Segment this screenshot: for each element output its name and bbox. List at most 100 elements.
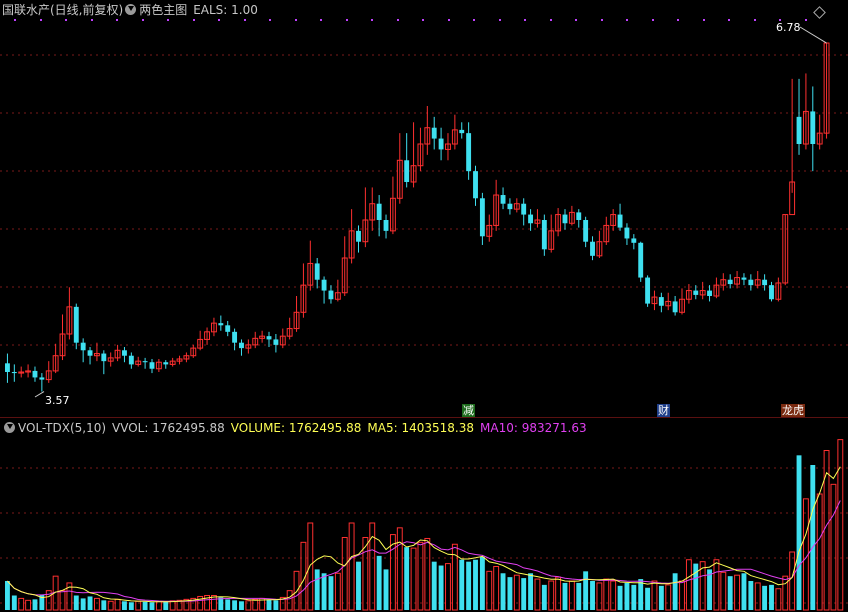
marker-dot [754, 19, 756, 21]
volume-bar [87, 596, 93, 610]
volume-bar [479, 556, 485, 610]
volume-bar [328, 576, 334, 610]
candle-body [693, 290, 699, 295]
marker-dot [728, 19, 730, 21]
marker-dot [397, 19, 399, 21]
volume-bar [741, 573, 747, 610]
volume-bar [445, 563, 451, 611]
volume-bar [541, 584, 547, 610]
marker-dot [91, 19, 93, 21]
reduction-tag[interactable]: 减 [462, 404, 475, 417]
candle-body [321, 279, 327, 291]
candle-body [328, 290, 334, 300]
candle-body [431, 127, 437, 139]
candle-body [762, 279, 768, 286]
candle-body [541, 220, 547, 250]
volume-bar [685, 559, 692, 611]
candle-body [473, 171, 478, 199]
volume-bar [376, 555, 382, 610]
candle-body [810, 111, 816, 144]
ma5-line [7, 466, 841, 603]
volume-bar [431, 561, 437, 610]
candle-body [624, 227, 630, 239]
candle-body [658, 297, 664, 306]
candle-body [562, 214, 568, 224]
volume-bar [5, 581, 10, 610]
candle-body [273, 339, 279, 345]
candle-body [356, 230, 361, 242]
volume-bar [528, 573, 534, 610]
candle-body [748, 279, 754, 286]
price-chart-panel[interactable]: 国联水产(日线,前复权) 两色主图 EALS: 1.00 6.78 3.57 减 财… [0, 0, 848, 417]
volume-bar [830, 483, 837, 611]
indicator-dropdown-icon[interactable] [125, 4, 137, 15]
volume-panel[interactable]: VOL-TDX(5,10) VVOL: 1762495.88 VOLUME: 176… [0, 418, 848, 612]
volume-bar [617, 585, 623, 610]
volume-bar [169, 600, 176, 611]
candle-body [466, 133, 472, 172]
volume-bar [404, 547, 410, 610]
volume-bar [568, 580, 575, 611]
candle-body [225, 325, 231, 332]
candle-body [376, 203, 382, 220]
candle-body [796, 116, 802, 144]
candle-body [617, 214, 623, 228]
volume-bar [341, 537, 348, 611]
marker-dot [320, 19, 322, 21]
volume-bar [101, 600, 107, 610]
candle-body [32, 370, 38, 378]
candle-body [500, 195, 506, 204]
candle-body [438, 138, 444, 150]
high-price-label: 6.78 [776, 21, 801, 34]
volume-bar [583, 571, 589, 610]
volume-bar [486, 570, 493, 611]
volume-bar [748, 581, 754, 610]
volume-bar [383, 569, 389, 610]
marker-dot [626, 19, 628, 21]
volume-bar [500, 573, 506, 610]
marker-dot [269, 19, 271, 21]
candle-body [727, 279, 733, 285]
volume-bar [816, 493, 823, 611]
volume-bar [638, 579, 644, 610]
volume-bar [286, 590, 293, 611]
candle-body [232, 331, 238, 343]
marker-dot [524, 19, 526, 21]
volume-dropdown-icon[interactable] [4, 422, 15, 433]
volume-bar [396, 527, 403, 611]
marker-dot [193, 19, 195, 21]
marker-dot [473, 19, 475, 21]
volume-indicator-title[interactable]: VOL-TDX(5,10) [18, 421, 106, 435]
volume-bar [513, 574, 520, 611]
volume-bar [555, 576, 562, 611]
volume-bar [18, 597, 25, 611]
volume-bar [762, 585, 768, 610]
volume-bar [548, 580, 555, 611]
volume-bar [521, 578, 527, 610]
volume-bar [128, 602, 134, 610]
candle-body [5, 363, 10, 372]
volume-bar [293, 570, 300, 611]
volume-bar [93, 597, 100, 611]
volume-bar [142, 601, 148, 610]
volume-chart[interactable] [0, 418, 848, 612]
marker-dot [550, 19, 552, 21]
volume-bar [225, 599, 231, 610]
marker-dot [40, 19, 42, 21]
volume-bar [610, 580, 617, 611]
dragon-tiger-tag[interactable]: 龙虎 [781, 404, 805, 417]
volume-bar [25, 599, 32, 611]
volume-bar [651, 580, 658, 611]
marker-dot [422, 19, 424, 21]
candle-body [528, 214, 534, 224]
candle-body [741, 277, 747, 280]
indicator-name[interactable]: 两色主图 [139, 3, 187, 17]
volume-bar [645, 587, 651, 610]
finance-tag[interactable]: 财 [657, 404, 670, 417]
volume-bar [473, 559, 478, 610]
candlestick-chart[interactable] [0, 0, 848, 417]
volume-bar [438, 565, 444, 610]
volume-bar [273, 600, 279, 610]
chart-header: 国联水产(日线,前复权) 两色主图 EALS: 1.00 [2, 2, 258, 18]
volume-bar [73, 595, 79, 610]
